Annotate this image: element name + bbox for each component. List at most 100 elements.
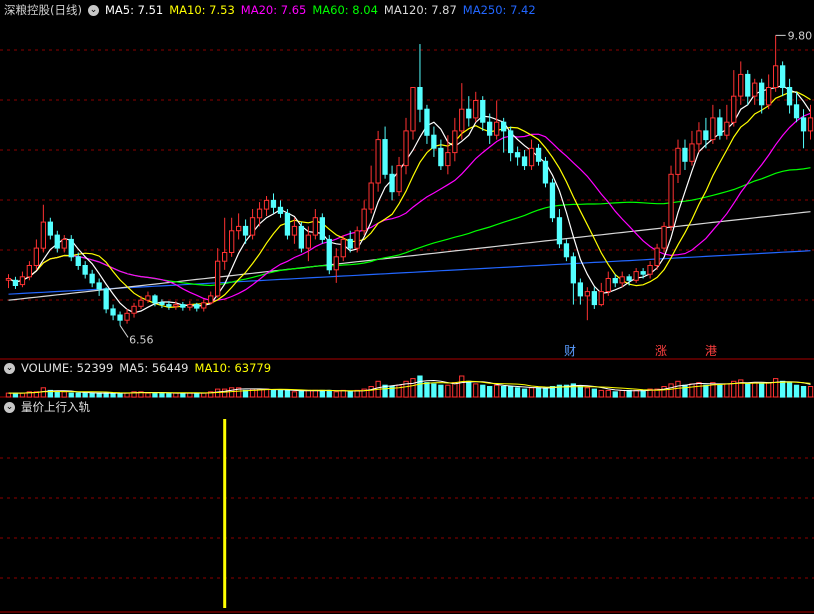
candle-body: [459, 108, 465, 132]
volume-bar: [347, 391, 353, 398]
volume-bar: [675, 380, 681, 398]
chevron-down-icon[interactable]: ⌄: [87, 4, 99, 16]
volume-bar: [542, 387, 549, 398]
candle-body: [710, 117, 716, 141]
candle-body: [26, 265, 33, 278]
candle-body: [521, 156, 528, 167]
candle-body: [89, 273, 95, 284]
volume-bar: [724, 383, 730, 398]
volume-bar: [793, 384, 800, 398]
ma60-line: [8, 167, 811, 287]
candle-body: [773, 65, 779, 89]
volume-bar: [284, 389, 291, 398]
volume-bar: [19, 392, 26, 398]
candle-body: [661, 225, 667, 249]
volume-bar: [640, 389, 646, 398]
candle-body: [75, 256, 81, 266]
candle-body: [410, 87, 416, 132]
candle-body: [270, 199, 277, 208]
volume-bar: [696, 382, 702, 398]
candle-body: [556, 217, 563, 245]
volume-bar: [61, 391, 67, 398]
indicator-chart: [0, 419, 814, 613]
volume-bar: [124, 392, 130, 398]
volume-bar: [263, 388, 270, 398]
candle-body: [159, 302, 165, 305]
volume-value: VOLUME: 52399: [21, 361, 114, 375]
candle-body: [375, 139, 381, 184]
volume-bar: [222, 388, 228, 398]
news-marker-cai[interactable]: 财: [564, 344, 576, 358]
candle-body: [403, 130, 409, 167]
signal-bar: [223, 419, 227, 608]
volume-bar: [110, 392, 116, 398]
candle-body: [194, 304, 200, 309]
volume-bar: [187, 392, 193, 398]
indicator-pane[interactable]: ⌄ 量价上行入轨: [0, 398, 814, 614]
candle-body: [117, 314, 123, 321]
volume-bar: [410, 378, 416, 398]
volume-bar: [396, 384, 402, 398]
candle-body: [145, 295, 151, 301]
volume-bar: [340, 389, 346, 398]
volume-bar: [152, 392, 158, 398]
volume-pane[interactable]: ⌄ VOLUME: 52399 MA5: 56449 MA10: 63779: [0, 360, 814, 398]
candle-body: [284, 212, 291, 236]
candle-body: [277, 206, 284, 214]
candle-body: [689, 143, 695, 162]
candle-body: [54, 234, 60, 249]
candle-body: [724, 121, 730, 136]
candle-body: [445, 152, 451, 167]
volume-bar: [5, 392, 12, 398]
volume-bar: [717, 384, 723, 398]
candle-body: [598, 291, 604, 306]
news-marker-gang[interactable]: 港: [705, 344, 717, 358]
candle-body: [340, 238, 346, 258]
candle-body: [33, 247, 40, 267]
volume-bar: [528, 387, 535, 398]
candle-body: [431, 134, 437, 149]
volume-bar: [445, 384, 451, 398]
candle-body: [570, 256, 577, 284]
candle-body: [187, 304, 193, 308]
volume-bar: [75, 392, 81, 398]
volume-bar: [298, 389, 305, 398]
candle-body: [668, 173, 674, 227]
volume-bar: [12, 392, 19, 398]
volume-bar: [745, 383, 751, 398]
candle-body: [731, 95, 737, 123]
candle-body: [682, 147, 688, 162]
volume-bar: [459, 375, 465, 398]
volume-bar: [508, 386, 514, 398]
candle-body: [528, 147, 535, 167]
candle-body: [263, 199, 270, 210]
stock-title: 深粮控股(日线): [4, 3, 82, 17]
volume-bar: [424, 382, 430, 398]
candle-body: [424, 108, 430, 136]
volume-bar: [431, 383, 437, 398]
volume-bar: [619, 389, 625, 398]
volume-bar: [626, 389, 632, 398]
candle-body: [780, 65, 786, 89]
chevron-down-icon[interactable]: ⌄: [4, 362, 15, 374]
price-pane[interactable]: 9.80 6.56 深粮控股(日线) ⌄ MA5: 7.51 MA10: 7.53…: [0, 0, 814, 360]
ma250-label: MA250: 7.42: [462, 3, 536, 17]
volume-ma10: MA10: 63779: [194, 361, 272, 375]
ma120-label: MA120: 7.87: [383, 3, 457, 17]
news-marker-zhang[interactable]: 涨: [655, 344, 667, 358]
volume-bar: [703, 384, 709, 398]
volume-bar: [166, 392, 172, 398]
candle-body: [647, 265, 653, 275]
candle-body: [110, 308, 116, 316]
candle-body: [82, 265, 88, 275]
volume-header: ⌄ VOLUME: 52399 MA5: 56449 MA10: 63779: [4, 360, 271, 376]
volume-bar: [194, 392, 200, 398]
candle-body: [494, 121, 500, 136]
volume-bar: [800, 386, 807, 398]
candle-body: [452, 130, 458, 154]
volume-bar: [773, 378, 779, 398]
volume-bar: [96, 392, 102, 398]
candle-body: [173, 304, 179, 307]
candle-body: [563, 243, 570, 258]
chevron-down-icon[interactable]: ⌄: [4, 401, 15, 413]
